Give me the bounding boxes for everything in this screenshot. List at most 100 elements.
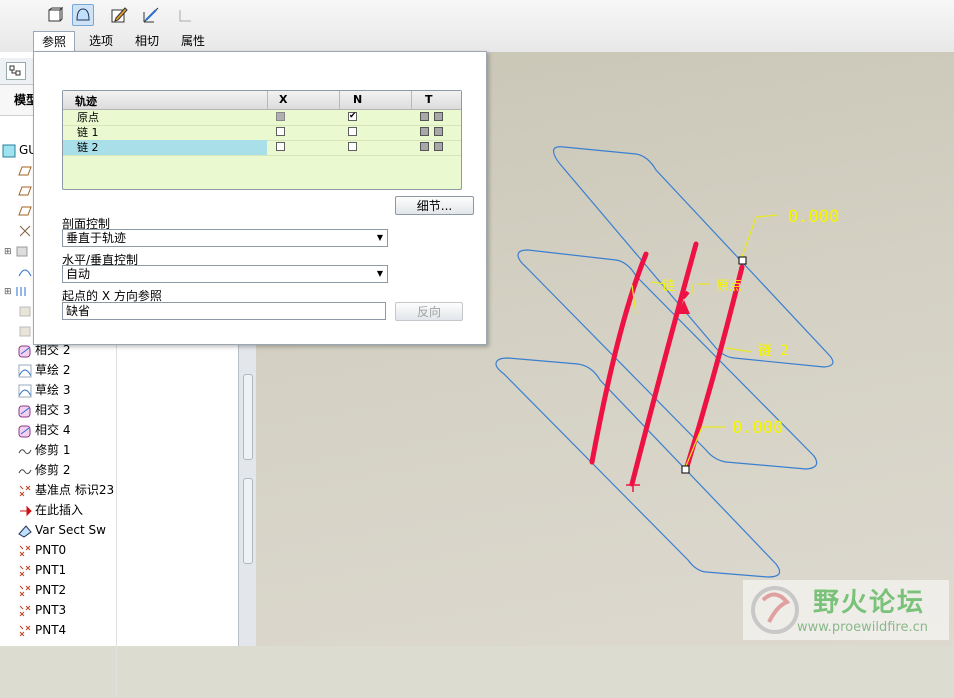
col-t: T — [425, 93, 433, 106]
tree-item-feature[interactable]: ⊞ — [4, 240, 32, 260]
tab-options[interactable]: 选项 — [81, 31, 121, 52]
watermark-title: 野火论坛 — [813, 588, 926, 618]
dropdown-arrow-icon: ▼ — [376, 233, 383, 242]
hv-control-select[interactable]: 自动 ▼ — [62, 265, 388, 283]
tree-item-feature[interactable]: ⊞ — [4, 280, 32, 300]
tree-item[interactable]: 草绘 3 — [18, 380, 70, 400]
trim-icon — [18, 464, 32, 478]
tree-item-label: 草绘 3 — [35, 383, 71, 397]
chain1-label: 链 — [662, 279, 675, 294]
tree-root[interactable]: GU — [2, 140, 37, 160]
dimension-value-bottom: 0.000 — [732, 418, 783, 438]
insert-here-icon — [18, 504, 32, 518]
tree-item[interactable]: Var Sect Sw — [18, 520, 106, 540]
tree-item[interactable]: 草绘 2 — [18, 360, 70, 380]
n-checkbox[interactable] — [348, 142, 357, 151]
tree-item[interactable]: PNT3 — [18, 600, 66, 620]
datum-point-icon — [18, 584, 32, 598]
splitter-grip[interactable] — [243, 374, 253, 460]
origin-marker — [626, 478, 640, 492]
tree-item-label: PNT4 — [35, 623, 67, 637]
datum-point-icon — [18, 564, 32, 578]
splitter-grip[interactable] — [243, 478, 253, 564]
t-box[interactable] — [420, 127, 429, 136]
tree-item[interactable]: 相交 4 — [18, 420, 70, 440]
details-button[interactable]: 细节... — [395, 196, 474, 215]
sketch-edit-icon[interactable] — [108, 4, 130, 26]
t-box[interactable] — [434, 142, 443, 151]
n-checkbox[interactable]: ✔ — [348, 112, 357, 121]
tree-item[interactable]: 修剪 2 — [18, 460, 70, 480]
tree-item-label: 草绘 2 — [35, 363, 71, 377]
t-box[interactable] — [420, 112, 429, 121]
x-direction-field[interactable]: 缺省 — [62, 302, 386, 320]
trajectory-table: 轨迹 X N T 原点 ✔ 链 1 链 2 — [62, 90, 462, 190]
tree-item-label: PNT2 — [35, 583, 67, 597]
endpoint-marker — [738, 256, 747, 265]
references-panel: 轨迹 X N T 原点 ✔ 链 1 链 2 细节... 剖面控制 垂直于轨迹 ▼… — [33, 51, 487, 345]
sketch-icon — [18, 364, 32, 378]
intersect-icon — [18, 424, 32, 438]
x-checkbox[interactable] — [276, 127, 285, 136]
origin-label: 原点 — [716, 279, 742, 294]
row-label: 链 1 — [77, 126, 99, 139]
col-n: N — [353, 93, 363, 106]
tab-tangency[interactable]: 相切 — [127, 31, 167, 52]
tab-references[interactable]: 参照 — [33, 31, 76, 52]
tree-item[interactable]: PNT2 — [18, 580, 66, 600]
tree-item[interactable]: 相交 3 — [18, 400, 70, 420]
model-tree-tab-icon[interactable] — [6, 62, 26, 80]
tree-item-label: Var Sect Sw — [35, 523, 106, 537]
tree-item[interactable]: PNT0 — [18, 540, 66, 560]
tree-item-label: 相交 3 — [35, 403, 71, 417]
tree-item-label: PNT0 — [35, 543, 67, 557]
forum-watermark: 野火论坛 www.proewildfire.cn — [743, 580, 949, 640]
n-checkbox[interactable] — [348, 127, 357, 136]
tree-item[interactable]: 基准点 标识23 — [18, 480, 114, 500]
feature-icon — [15, 284, 29, 298]
solid-icon[interactable] — [44, 4, 66, 26]
tree-item-label: 相交 4 — [35, 423, 71, 437]
t-box[interactable] — [434, 112, 443, 121]
table-row[interactable]: 原点 ✔ — [63, 110, 461, 126]
row-label: 链 2 — [77, 141, 99, 154]
section-control-select[interactable]: 垂直于轨迹 ▼ — [62, 229, 388, 247]
table-row-selected[interactable]: 链 2 — [63, 140, 461, 156]
datum-point-icon — [18, 484, 32, 498]
table-row[interactable]: 链 1 — [63, 125, 461, 141]
dashboard-toolbar: 参照 选项 相切 属性 — [0, 0, 954, 53]
dropdown-arrow-icon: ▼ — [376, 269, 383, 278]
surface-icon[interactable] — [72, 4, 94, 26]
feature-icon — [18, 324, 32, 338]
intersect-icon — [18, 404, 32, 418]
unused-icon — [174, 4, 196, 26]
tree-item-label: 修剪 1 — [35, 443, 71, 457]
sketch-icon — [18, 384, 32, 398]
csys-icon — [18, 224, 32, 238]
trim-icon — [18, 444, 32, 458]
x-checkbox[interactable] — [276, 142, 285, 151]
t-box[interactable] — [434, 127, 443, 136]
tree-item[interactable]: PNT4 — [18, 620, 66, 640]
datum-point-icon — [18, 624, 32, 638]
tree-item[interactable]: 修剪 1 — [18, 440, 70, 460]
tree-item[interactable]: 在此插入 — [18, 500, 83, 520]
tree-item-label: PNT1 — [35, 563, 67, 577]
row-label: 原点 — [77, 111, 99, 124]
chain2-label: 链 2 — [758, 343, 789, 359]
tree-item-label: 基准点 标识23 — [35, 483, 115, 497]
intersect-icon — [18, 344, 32, 358]
tree-column-divider[interactable] — [116, 312, 117, 698]
endpoint-marker — [681, 465, 690, 474]
tree-item-label: PNT3 — [35, 603, 67, 617]
tree-item[interactable]: PNT1 — [18, 560, 66, 580]
t-box[interactable] — [420, 142, 429, 151]
col-x: X — [279, 93, 288, 106]
datum-point-icon — [18, 544, 32, 558]
section-icon[interactable] — [140, 4, 162, 26]
tab-properties[interactable]: 属性 — [173, 31, 213, 52]
sketch-icon — [18, 264, 32, 278]
dashboard-tabs: 参照 选项 相切 属性 — [33, 31, 219, 52]
feature-icon — [18, 304, 32, 318]
tree-item-label: 在此插入 — [35, 503, 84, 517]
